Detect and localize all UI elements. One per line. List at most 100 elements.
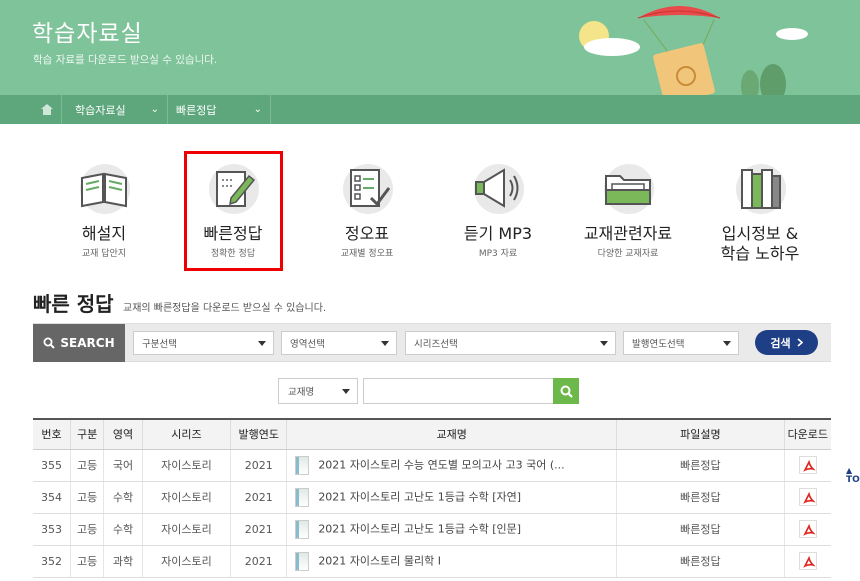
breadcrumb-nav: 학습자료실 ⌄ 빠른정답 ⌄ (0, 95, 860, 124)
dropdown-arrow-icon (600, 341, 608, 346)
nav-dropdown-quick-answers[interactable]: 빠른정답 ⌄ (168, 95, 271, 124)
cell-area: 과학 (103, 545, 143, 578)
folder-icon (598, 158, 658, 218)
select-area[interactable]: 영역선택 (281, 331, 397, 355)
banner-subtitle: 학습 자료를 다운로드 받으실 수 있습니다. (33, 54, 218, 66)
select-search-field[interactable]: 교재명 (278, 378, 358, 404)
cell-year: 2021 (230, 545, 288, 578)
book-thumbnail (295, 551, 310, 571)
scroll-top-button[interactable]: ▲ TO (846, 466, 860, 485)
cell-file: 빠른정답 (616, 545, 785, 578)
home-icon (40, 104, 53, 115)
search-label-text: SEARCH (60, 336, 115, 350)
cell-type: 고등 (70, 449, 105, 482)
pdf-download-icon[interactable] (798, 456, 817, 474)
cell-area: 수학 (103, 481, 143, 514)
book-thumbnail (295, 519, 310, 539)
cell-series: 자이스토리 (142, 513, 232, 546)
title-link[interactable]: 2021 자이스토리 물리학 Ⅰ (318, 554, 441, 567)
search-icon (560, 385, 573, 398)
speaker-icon (468, 158, 528, 218)
select-value: 시리즈선택 (414, 339, 458, 350)
table-row: 353 고등 수학 자이스토리 2021 2021 자이스토리 고난도 1등급 … (33, 513, 831, 546)
cell-type: 고등 (70, 513, 105, 546)
cell-type: 고등 (70, 481, 105, 514)
book-icon (74, 158, 134, 218)
nav-dropdown-learning-room[interactable]: 학습자료실 ⌄ (63, 95, 168, 124)
select-year[interactable]: 발행연도선택 (623, 331, 739, 355)
col-header-type: 구분 (70, 418, 105, 450)
cell-series: 자이스토리 (142, 449, 232, 482)
category-name: 듣기 MP3 (463, 224, 533, 243)
cell-year: 2021 (230, 481, 288, 514)
title-link[interactable]: 2021 자이스토리 수능 연도별 모의고사 고3 국어 (... (318, 458, 564, 471)
dropdown-arrow-icon (342, 389, 350, 394)
cell-title: 2021 자이스토리 물리학 Ⅰ (286, 545, 618, 578)
nav-item-label: 빠른정답 (176, 103, 217, 117)
select-value: 발행연도선택 (632, 339, 685, 350)
search-filter-bar: SEARCH 구분선택 영역선택 시리즈선택 발행연도선택 검색 (33, 323, 831, 362)
checklist-icon (337, 158, 397, 218)
cell-file: 빠른정답 (616, 513, 785, 546)
chevron-up-icon: ▲ (846, 466, 853, 475)
title-link[interactable]: 2021 자이스토리 고난도 1등급 수학 [자연] (318, 490, 521, 503)
table-row: 355 고등 국어 자이스토리 2021 2021 자이스토리 수능 연도별 모… (33, 449, 831, 482)
banner-title: 학습자료실 (32, 21, 143, 47)
home-button[interactable] (32, 95, 62, 124)
category-textbook-materials[interactable]: 교재관련자료 다양한 교재자료 (568, 158, 688, 259)
category-errata[interactable]: 정오표 교재별 정오표 (307, 158, 427, 259)
category-desc: 다양한 교재자료 (597, 249, 659, 259)
table-row: 354 고등 수학 자이스토리 2021 2021 자이스토리 고난도 1등급 … (33, 481, 831, 514)
nav-item-label: 학습자료실 (75, 103, 126, 117)
cell-year: 2021 (230, 513, 288, 546)
search-icon (43, 337, 56, 349)
selected-category-highlight (184, 151, 283, 271)
col-header-series: 시리즈 (142, 418, 232, 450)
answers-table: 번호 구분 영역 시리즈 발행연도 교재명 파일설명 다운로드 355 고등 국… (33, 418, 831, 578)
cell-year: 2021 (230, 449, 288, 482)
chevron-right-icon (797, 338, 803, 347)
pdf-download-icon[interactable] (798, 488, 817, 506)
banner-illustration (579, 6, 808, 100)
col-header-area: 영역 (103, 418, 143, 450)
select-value: 영역선택 (290, 339, 325, 350)
cell-download (784, 481, 831, 514)
dropdown-arrow-icon (381, 341, 389, 346)
col-header-year: 발행연도 (230, 418, 288, 450)
cell-title: 2021 자이스토리 고난도 1등급 수학 [인문] (286, 513, 618, 546)
cell-file: 빠른정답 (616, 481, 785, 514)
cell-file: 빠른정답 (616, 449, 785, 482)
dropdown-arrow-icon (723, 341, 731, 346)
book-thumbnail (295, 487, 310, 507)
category-listening-mp3[interactable]: 듣기 MP3 MP3 자료 (438, 158, 558, 259)
select-value: 교재명 (288, 387, 315, 398)
book-thumbnail (295, 455, 310, 475)
category-desc: 교재 답안지 (81, 249, 127, 259)
select-series[interactable]: 시리즈선택 (405, 331, 616, 355)
title-search-button[interactable] (553, 378, 579, 404)
title-search-input[interactable] (363, 378, 554, 404)
pdf-download-icon[interactable] (798, 520, 817, 538)
cell-title: 2021 자이스토리 고난도 1등급 수학 [자연] (286, 481, 618, 514)
category-name-line1: 입시정보 & (721, 224, 799, 243)
cell-download (784, 513, 831, 546)
col-header-no: 번호 (33, 418, 71, 450)
pdf-download-icon[interactable] (798, 552, 817, 570)
page-banner: 학습자료실 학습 자료를 다운로드 받으실 수 있습니다. 학습자료실 ⌄ 빠른… (0, 0, 860, 124)
books-icon (730, 158, 790, 218)
category-answer-sheet[interactable]: 해설지 교재 답안지 (44, 158, 164, 259)
cell-no: 352 (33, 545, 71, 578)
col-header-file: 파일설명 (616, 418, 785, 450)
category-name: 정오표 (344, 224, 390, 243)
category-admissions-tips[interactable]: 입시정보 & 학습 노하우 (700, 158, 820, 264)
section-subtitle: 교재의 빠른정답을 다운로드 받으실 수 있습니다. (123, 303, 327, 314)
cell-title: 2021 자이스토리 수능 연도별 모의고사 고3 국어 (... (286, 449, 618, 482)
section-title: 빠른 정답 (33, 292, 114, 316)
cell-no: 354 (33, 481, 71, 514)
cell-area: 수학 (103, 513, 143, 546)
scroll-top-label: TO (846, 475, 860, 485)
title-link[interactable]: 2021 자이스토리 고난도 1등급 수학 [인문] (318, 522, 521, 535)
search-button[interactable]: 검색 (755, 330, 818, 355)
select-category[interactable]: 구분선택 (133, 331, 274, 355)
category-name: 교재관련자료 (583, 224, 673, 243)
